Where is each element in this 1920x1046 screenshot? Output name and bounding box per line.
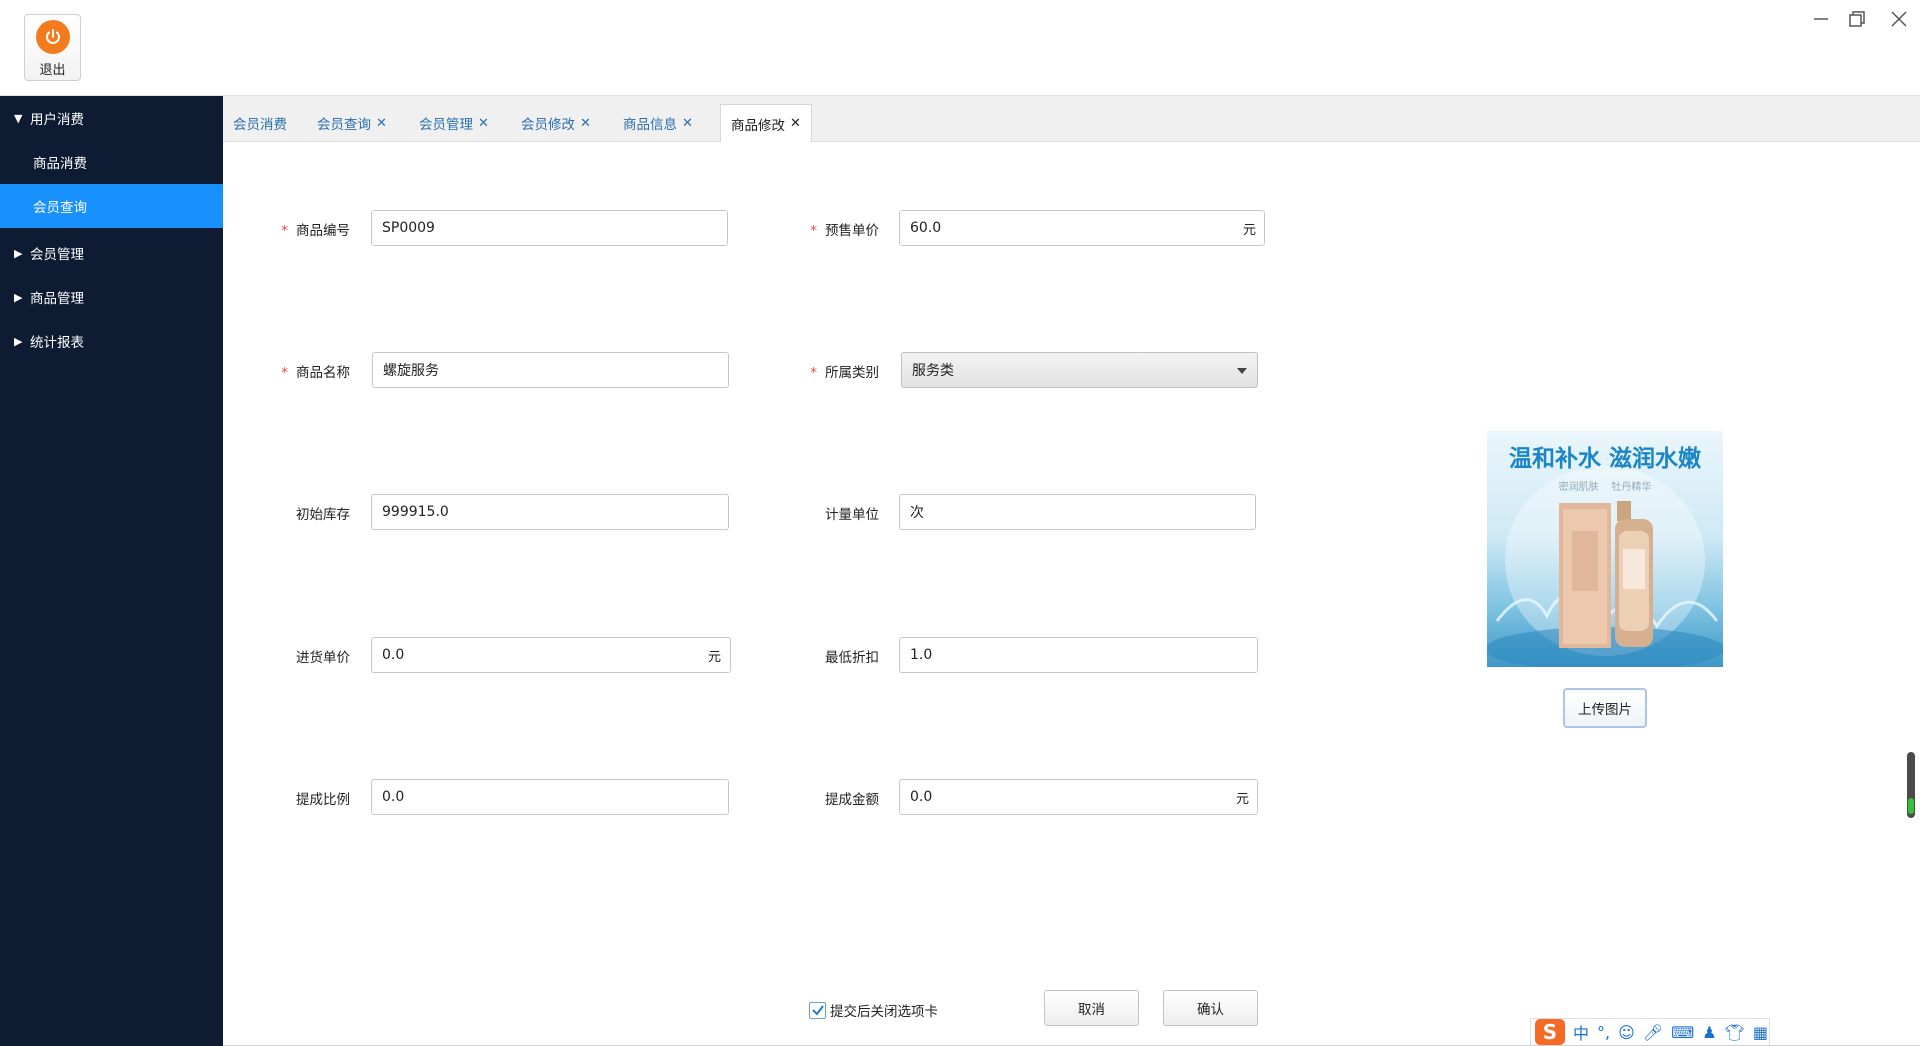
cancel-button[interactable]: 取消 [1044, 990, 1139, 1026]
ime-punctuation[interactable]: °, [1597, 1023, 1610, 1042]
sidebar-item-label: 商品消费 [33, 156, 87, 172]
scroll-indicator[interactable] [1907, 752, 1915, 818]
sidebar-item-label: 会员查询 [33, 200, 87, 216]
close-tab-icon[interactable]: ✕ [790, 116, 801, 131]
emoji-icon[interactable]: ☺ [1618, 1023, 1635, 1042]
product-name-label: * 商品名称 [281, 365, 350, 381]
purchase-price-unit: 元 [708, 650, 722, 665]
caret-right-icon: ▶ [14, 290, 23, 304]
tab-label: 会员查询 [317, 117, 371, 133]
sidebar-item-product-consumption[interactable]: 商品消费 [0, 140, 223, 184]
tab-bar: 会员消费 会员查询 ✕ 会员管理 ✕ 会员修改 ✕ 商品信息 ✕ 商品修改 ✕ [223, 96, 1920, 142]
sidebar-group-label: 统计报表 [30, 335, 84, 351]
close-window-icon[interactable] [1888, 8, 1910, 30]
ime-language[interactable]: 中 [1573, 1020, 1589, 1044]
ime-toolbar[interactable]: S 中 °, ☺ 🎤︎ ⌨ ♟ 👕︎ ▦ [1530, 1018, 1770, 1046]
product-name-input[interactable] [372, 352, 729, 388]
dropdown-caret-icon [1237, 368, 1247, 374]
sidebar-group-reports[interactable]: ▶ 统计报表 [0, 319, 223, 363]
close-tab-icon[interactable]: ✕ [682, 116, 693, 131]
checkbox-checked-icon[interactable] [809, 1001, 826, 1019]
caret-down-icon: ▼ [14, 111, 23, 125]
product-image: 温和补水 滋润水嫩 密润肌肤 牡丹精华 [1487, 431, 1723, 667]
upload-image-button[interactable]: 上传图片 [1563, 688, 1647, 728]
sidebar-group-product-management[interactable]: ▶ 商品管理 [0, 275, 223, 319]
restore-icon[interactable] [1846, 8, 1868, 30]
presale-price-input[interactable] [899, 210, 1265, 246]
initial-stock-input[interactable] [371, 494, 729, 530]
keyboard-icon[interactable]: ⌨ [1671, 1023, 1694, 1042]
measure-unit-input[interactable] [899, 494, 1256, 530]
commission-ratio-label: 提成比例 [296, 792, 350, 808]
tab-member-query[interactable]: 会员查询 ✕ [307, 104, 397, 142]
required-mark: * [281, 223, 288, 239]
purchase-price-label: 进货单价 [296, 650, 350, 666]
sidebar-group-user-consumption[interactable]: ▼ 用户消费 [0, 96, 223, 140]
close-tab-icon[interactable]: ✕ [478, 116, 489, 131]
tab-label: 商品修改 [731, 117, 785, 134]
sidebar-group-label: 用户消费 [30, 112, 84, 128]
skin-icon[interactable]: 👕︎ [1725, 1023, 1745, 1042]
tab-product-info[interactable]: 商品信息 ✕ [613, 104, 703, 142]
power-icon [35, 20, 70, 54]
product-bottles-illustration [1487, 466, 1723, 667]
category-label: * 所属类别 [810, 365, 879, 381]
user-icon[interactable]: ♟ [1702, 1023, 1716, 1042]
close-tab-icon[interactable]: ✕ [376, 116, 387, 131]
tab-label: 会员修改 [521, 117, 575, 133]
tab-member-edit[interactable]: 会员修改 ✕ [511, 104, 601, 142]
category-value: 服务类 [912, 363, 954, 379]
tab-label: 商品信息 [623, 117, 677, 133]
tab-label: 会员管理 [419, 117, 473, 133]
close-tab-icon[interactable]: ✕ [580, 116, 591, 131]
commission-amount-input[interactable] [899, 779, 1258, 815]
commission-amount-unit: 元 [1236, 792, 1250, 807]
sogou-logo-icon[interactable]: S [1535, 1019, 1565, 1045]
category-select[interactable]: 服务类 [901, 352, 1258, 388]
sidebar-group-member-management[interactable]: ▶ 会员管理 [0, 231, 223, 275]
tab-product-edit[interactable]: 商品修改 ✕ [720, 104, 812, 142]
initial-stock-label: 初始库存 [296, 507, 350, 523]
toolbox-icon[interactable]: ▦ [1753, 1023, 1768, 1042]
checkbox-label: 提交后关闭选项卡 [830, 1004, 938, 1020]
close-tab-after-submit-checkbox[interactable]: 提交后关闭选项卡 [809, 1000, 938, 1020]
tab-member-consumption[interactable]: 会员消费 [223, 104, 297, 142]
required-mark: * [810, 223, 817, 239]
sidebar-group-label: 会员管理 [30, 247, 84, 263]
commission-amount-label: 提成金额 [825, 792, 879, 808]
presale-price-label: * 预售单价 [810, 223, 879, 239]
presale-price-unit: 元 [1243, 223, 1257, 238]
caret-right-icon: ▶ [14, 334, 23, 348]
confirm-button[interactable]: 确认 [1163, 990, 1258, 1026]
tab-label: 会员消费 [233, 117, 287, 133]
sidebar: ▼ 用户消费 商品消费 会员查询 ▶ 会员管理 ▶ 商品管理 ▶ 统计报表 [0, 96, 223, 1046]
sidebar-group-label: 商品管理 [30, 291, 84, 307]
exit-label: 退出 [39, 63, 66, 78]
minimize-icon[interactable] [1810, 8, 1832, 30]
microphone-icon[interactable]: 🎤︎ [1643, 1023, 1663, 1042]
required-mark: * [810, 365, 817, 381]
sidebar-item-member-query[interactable]: 会员查询 [0, 184, 223, 228]
required-mark: * [281, 365, 288, 381]
min-discount-input[interactable] [899, 637, 1258, 673]
exit-button[interactable]: 退出 [24, 14, 81, 81]
tab-member-management[interactable]: 会员管理 ✕ [409, 104, 499, 142]
product-code-label: * 商品编号 [281, 223, 350, 239]
product-code-input[interactable] [371, 210, 728, 246]
purchase-price-input[interactable] [371, 637, 731, 673]
commission-ratio-input[interactable] [371, 779, 729, 815]
min-discount-label: 最低折扣 [825, 650, 879, 666]
measure-unit-label: 计量单位 [825, 507, 879, 523]
top-bar: 退出 [0, 0, 1920, 96]
caret-right-icon: ▶ [14, 246, 23, 260]
